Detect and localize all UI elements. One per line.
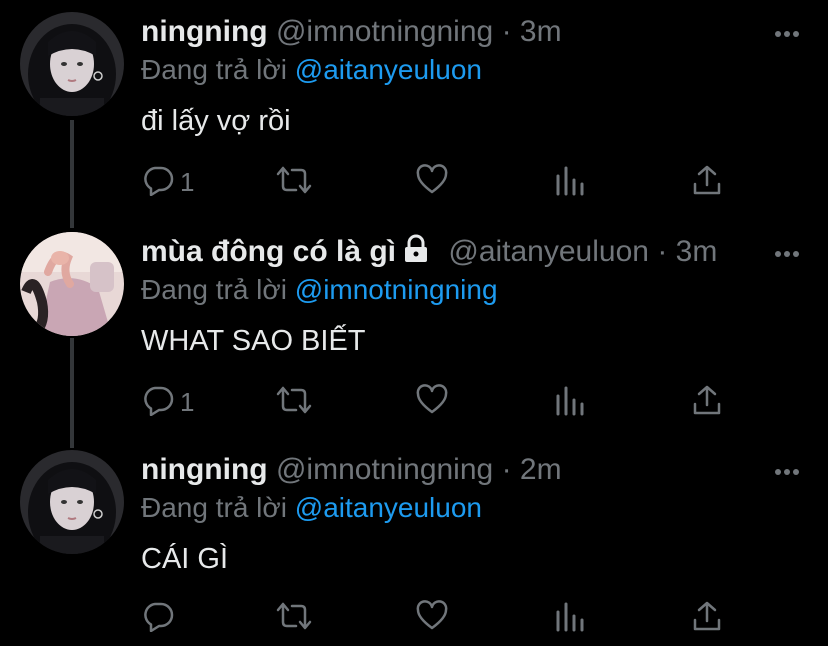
reply-prefix: Đang trả lời	[141, 274, 287, 305]
tweet[interactable]: mùa đông có là gì @aitanyeuluon · 3m Đan…	[0, 220, 828, 440]
reply-context: Đang trả lời @aitanyeuluon	[141, 52, 482, 88]
share-button[interactable]	[692, 382, 722, 422]
avatar[interactable]	[20, 12, 124, 116]
handle[interactable]: @imnotningning	[276, 453, 493, 486]
share-button[interactable]	[692, 598, 722, 638]
like-icon	[416, 383, 448, 421]
more-icon[interactable]	[774, 464, 800, 475]
analytics-icon	[555, 384, 585, 421]
more-icon[interactable]	[774, 246, 800, 257]
reply-button[interactable]: 1	[142, 162, 194, 202]
avatar[interactable]	[20, 232, 124, 336]
like-button[interactable]	[416, 162, 448, 202]
analytics-button[interactable]	[555, 162, 585, 202]
retweet-icon	[276, 164, 312, 201]
tweet-header: ningning @imnotningning · 3m	[141, 14, 562, 50]
reply-prefix: Đang trả lời	[141, 54, 287, 85]
tweet-text: WHAT SAO BIẾT	[141, 325, 366, 357]
reply-count: 1	[180, 386, 195, 417]
reply-button[interactable]	[142, 598, 180, 638]
display-name[interactable]: ningning	[141, 15, 268, 48]
timestamp[interactable]: 3m	[676, 235, 718, 268]
tweet-header: ningning @imnotningning · 2m	[141, 452, 562, 488]
tweet-header: mùa đông có là gì @aitanyeuluon · 3m	[141, 234, 717, 273]
reply-context: Đang trả lời @aitanyeuluon	[141, 490, 482, 526]
lock-icon	[402, 234, 430, 273]
like-button[interactable]	[416, 598, 448, 638]
action-bar: 1	[0, 382, 828, 422]
action-bar: 1	[0, 162, 828, 202]
analytics-icon	[555, 164, 585, 201]
retweet-button[interactable]	[276, 162, 312, 202]
separator-dot: ·	[501, 15, 512, 48]
like-icon	[416, 163, 448, 201]
reply-to-mention[interactable]: @aitanyeuluon	[295, 54, 482, 85]
tweet-text: đi lấy vợ rồi	[141, 105, 291, 137]
timestamp[interactable]: 3m	[520, 15, 562, 48]
analytics-button[interactable]	[555, 598, 585, 638]
reply-icon	[142, 384, 174, 421]
tweet[interactable]: ningning @imnotningning · 3m Đang trả lờ…	[0, 0, 828, 220]
share-icon	[692, 384, 722, 421]
avatar[interactable]	[20, 450, 124, 554]
more-icon[interactable]	[774, 26, 800, 37]
timestamp[interactable]: 2m	[520, 453, 562, 486]
reply-to-mention[interactable]: @aitanyeuluon	[295, 492, 482, 523]
analytics-icon	[555, 600, 585, 637]
share-icon	[692, 600, 722, 637]
display-name[interactable]: ningning	[141, 453, 268, 486]
like-icon	[416, 599, 448, 637]
display-name[interactable]: mùa đông có là gì	[141, 235, 396, 268]
separator-dot: ·	[657, 235, 668, 268]
like-button[interactable]	[416, 382, 448, 422]
share-icon	[692, 164, 722, 201]
retweet-button[interactable]	[276, 598, 312, 638]
handle[interactable]: @aitanyeuluon	[448, 235, 649, 268]
reply-icon	[142, 164, 174, 201]
tweet-text: CÁI GÌ	[141, 543, 229, 575]
retweet-icon	[276, 384, 312, 421]
reply-count: 1	[180, 166, 195, 197]
analytics-button[interactable]	[555, 382, 585, 422]
reply-to-mention[interactable]: @imnotningning	[295, 274, 498, 305]
handle[interactable]: @imnotningning	[276, 15, 493, 48]
tweet[interactable]: ningning @imnotningning · 2m Đang trả lờ…	[0, 438, 828, 646]
reply-prefix: Đang trả lời	[141, 492, 287, 523]
reply-icon	[142, 600, 174, 637]
reply-context: Đang trả lời @imnotningning	[141, 272, 498, 308]
share-button[interactable]	[692, 162, 722, 202]
action-bar	[0, 598, 828, 638]
retweet-button[interactable]	[276, 382, 312, 422]
retweet-icon	[276, 600, 312, 637]
reply-button[interactable]: 1	[142, 382, 194, 422]
separator-dot: ·	[501, 453, 512, 486]
